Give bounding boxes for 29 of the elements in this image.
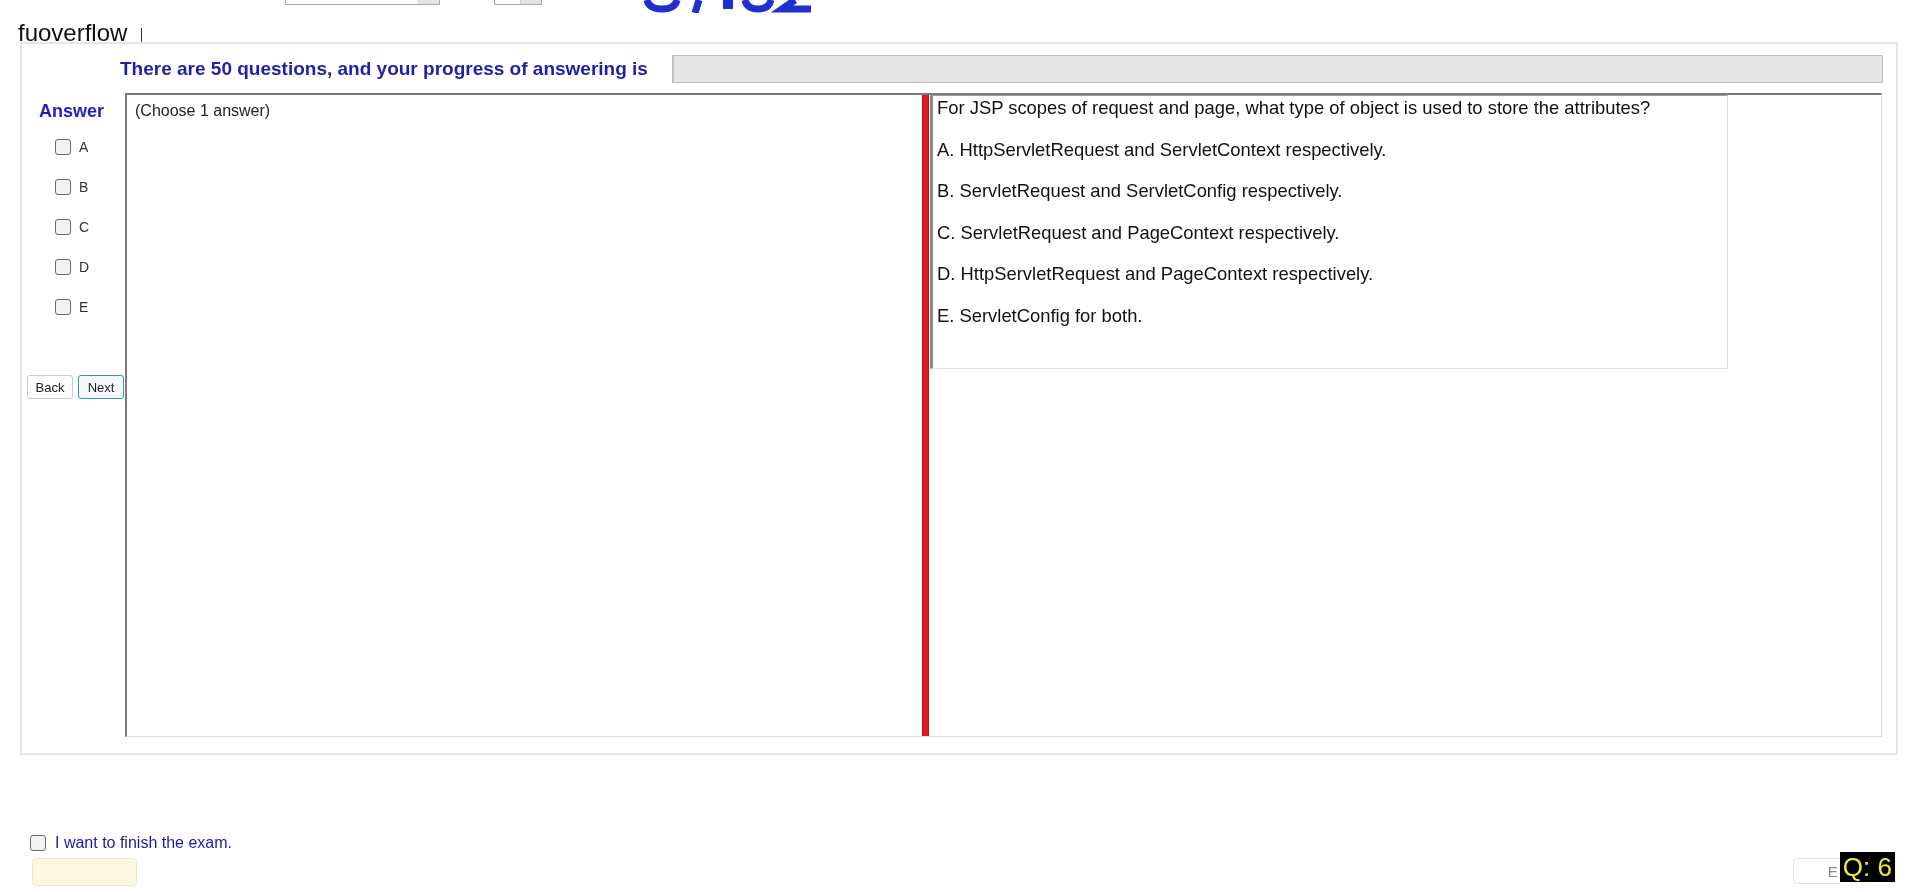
answer-checkbox[interactable] <box>55 299 71 315</box>
finish-label: I want to finish the exam. <box>55 834 232 852</box>
back-button[interactable]: Back <box>27 375 73 399</box>
option-text: D. HttpServletRequest and PageContext respectively. <box>937 264 1375 284</box>
next-button[interactable]: Next <box>78 375 124 399</box>
instruction-text: (Choose 1 answer) <box>135 101 272 121</box>
option-text: C. ServletRequest and PageContext respectively. <box>937 222 1341 243</box>
option-label: B <box>79 179 89 195</box>
question-text: For JSP scopes of request and page, what type of object is used to store the attributes? <box>937 98 1652 118</box>
answer-checkbox[interactable] <box>55 219 71 235</box>
dropdown-field[interactable] <box>494 0 542 5</box>
progress-label: There are 50 questions, and your progress of answering is <box>120 58 648 80</box>
dropdown-field[interactable] <box>285 0 440 5</box>
answer-checkbox[interactable] <box>55 179 71 195</box>
option-text: A. HttpServletRequest and ServletContext respectively. <box>937 139 1388 160</box>
answer-checkbox[interactable] <box>55 139 71 155</box>
text-cursor-icon <box>141 28 143 42</box>
option-label: E <box>79 299 89 315</box>
option-text: B. ServletRequest and ServletConfig respectively. <box>937 181 1344 201</box>
answer-label: Answer <box>38 101 106 121</box>
question-number-badge: Q: 6 <box>1839 852 1895 882</box>
option-label: D <box>79 259 90 275</box>
option-label: A <box>79 139 89 155</box>
caption-text: fuoverflow <box>18 18 128 46</box>
option-label: C <box>79 219 90 235</box>
option-text: E. ServletConfig for both. <box>937 305 1144 326</box>
answer-checkbox[interactable] <box>55 259 71 275</box>
splitter-handle[interactable] <box>922 95 929 736</box>
finish-checkbox[interactable] <box>30 835 46 851</box>
